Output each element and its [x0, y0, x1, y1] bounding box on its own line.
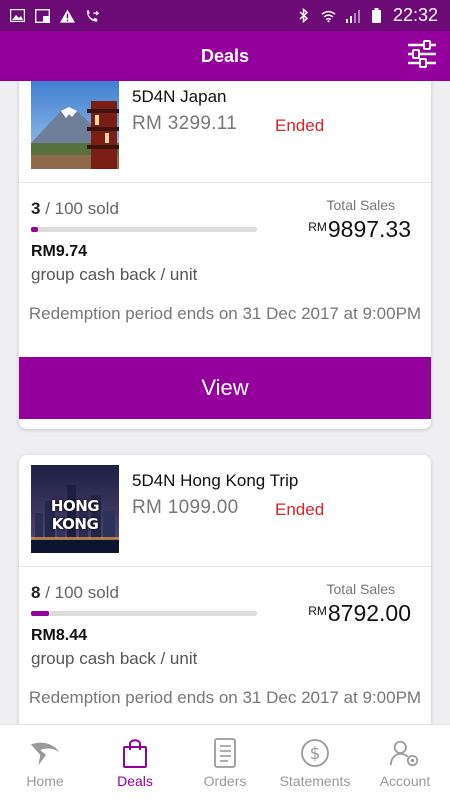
nav-account[interactable]: Account [360, 725, 450, 800]
svg-text:$: $ [310, 744, 321, 764]
deal-image-japan [31, 81, 119, 169]
total-sales-value: RM8792.00 [308, 600, 411, 627]
currency-label: RM [308, 604, 327, 618]
nav-deals[interactable]: Deals [90, 725, 180, 800]
sold-total: / 100 sold [40, 199, 119, 218]
total-sales-amount: 8792.00 [327, 600, 411, 626]
status-bar: 22:32 [0, 0, 450, 31]
shopping-bag-icon [119, 737, 151, 769]
bottom-nav: Home Deals Orders $ Statements Account [0, 724, 450, 800]
sold-total: / 100 sold [40, 583, 119, 602]
sold-count: 8 / 100 sold [31, 583, 119, 603]
deal-image-hong-kong: HONG KONG [31, 465, 119, 553]
deals-list[interactable]: 5D4N Japan RM 3299.11 Ended 3 / 100 sold… [0, 81, 450, 724]
thumb-caption: HONG KONG [50, 497, 100, 533]
currency-label: RM [308, 220, 327, 234]
sliders-icon [407, 39, 437, 73]
filter-button[interactable] [406, 39, 438, 73]
total-sales-label: Total Sales [326, 197, 395, 213]
image-notification-icon [10, 9, 25, 23]
signal-icon [345, 9, 360, 23]
sold-count: 3 / 100 sold [31, 199, 119, 219]
nav-orders[interactable]: Orders [180, 725, 270, 800]
redemption-period: Redemption period ends on 31 Dec 2017 at… [28, 304, 422, 323]
status-time: 22:32 [392, 5, 438, 25]
call-forward-icon [85, 9, 100, 23]
dollar-icon: $ [299, 737, 331, 769]
battery-icon [369, 8, 384, 23]
deal-card: HONG KONG 5D4N Hong Kong Trip RM 1099.00… [19, 455, 431, 724]
sold-progress-fill [31, 227, 38, 232]
cashback-amount: RM9.74 [31, 243, 88, 260]
nav-statements[interactable]: $ Statements [270, 725, 360, 800]
app-bar: Deals [0, 31, 450, 81]
wifi-icon [321, 9, 336, 23]
nav-home[interactable]: Home [0, 725, 90, 800]
view-button[interactable]: View [19, 357, 431, 419]
deal-header: HONG KONG 5D4N Hong Kong Trip RM 1099.00… [19, 455, 431, 567]
nav-deals-label: Deals [117, 773, 153, 789]
deal-card: 5D4N Japan RM 3299.11 Ended 3 / 100 sold… [19, 81, 431, 429]
nav-home-label: Home [26, 773, 64, 789]
redemption-period: Redemption period ends on 31 Dec 2017 at… [28, 688, 422, 707]
nav-account-label: Account [379, 773, 431, 789]
nav-statements-label: Statements [279, 773, 351, 789]
deal-price: RM 1099.00 [132, 497, 239, 518]
deal-status-badge: Ended [275, 116, 325, 135]
total-sales-label: Total Sales [326, 581, 395, 597]
bluetooth-icon [297, 8, 312, 23]
gallery-notification-icon [35, 8, 50, 23]
orders-icon [209, 737, 241, 769]
deal-header: 5D4N Japan RM 3299.11 Ended [19, 81, 431, 183]
nav-orders-label: Orders [203, 773, 247, 789]
deal-title: 5D4N Hong Kong Trip [132, 471, 299, 490]
sold-progress-bar [31, 227, 257, 232]
deal-price: RM 3299.11 [132, 113, 238, 134]
home-icon [29, 737, 61, 769]
page-title: Deals [200, 45, 250, 66]
sold-progress-fill [31, 611, 50, 616]
sold-progress-bar [31, 611, 257, 616]
deal-title: 5D4N Japan [132, 87, 227, 106]
warning-icon [60, 8, 75, 23]
cashback-label: group cash back / unit [31, 649, 198, 668]
deal-status-badge: Ended [275, 500, 325, 519]
total-sales-value: RM9897.33 [308, 216, 411, 243]
cashback-amount: RM8.44 [31, 627, 88, 644]
cashback-label: group cash back / unit [31, 265, 198, 284]
account-settings-icon [389, 737, 421, 769]
total-sales-amount: 9897.33 [327, 216, 411, 242]
